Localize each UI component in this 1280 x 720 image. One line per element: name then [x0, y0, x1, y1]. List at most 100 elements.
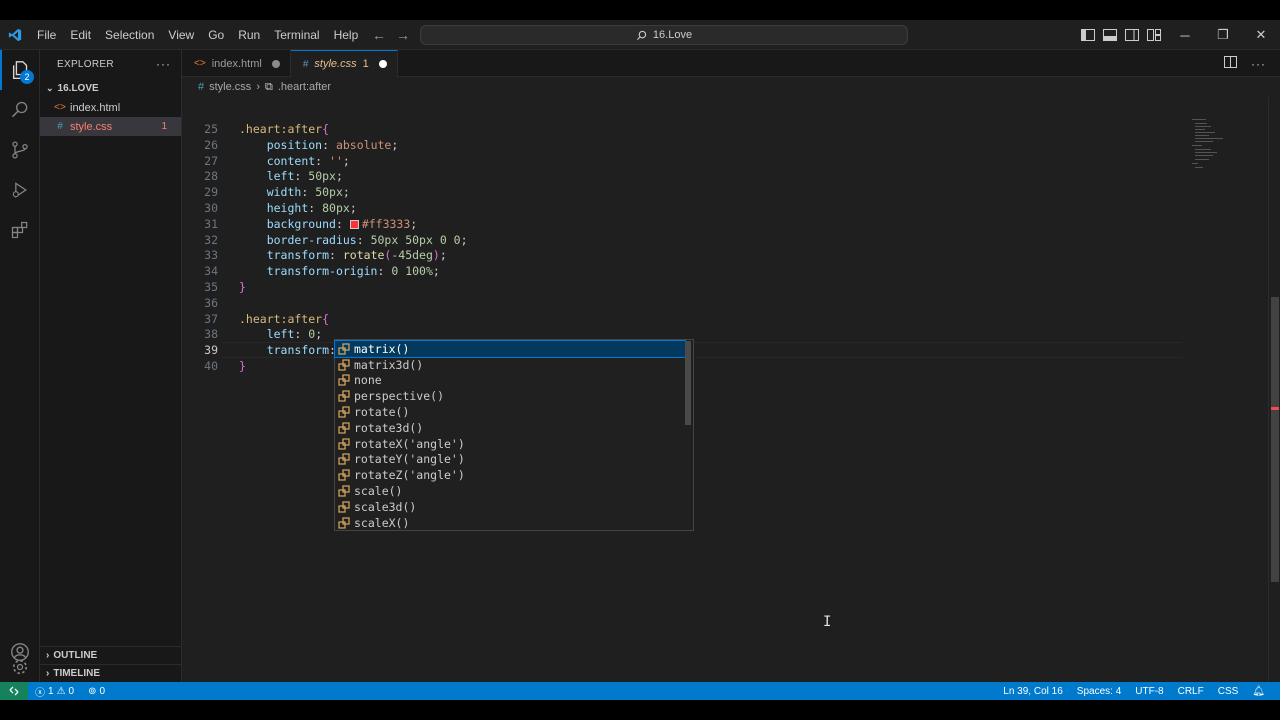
window-controls: ─ ❐ ✕ — [1166, 20, 1280, 50]
toggle-secondary-sidebar-icon[interactable] — [1124, 27, 1140, 43]
property-value-icon — [337, 342, 350, 355]
suggestion-label: perspective() — [354, 389, 445, 404]
unsaved-dot-icon[interactable] — [271, 59, 280, 68]
source-control-icon[interactable] — [0, 130, 40, 170]
line-number: 36 — [204, 295, 218, 310]
suggestion-item[interactable]: rotateY('angle') — [335, 452, 685, 468]
suggestion-item[interactable]: rotate3d() — [335, 420, 685, 436]
timeline-section[interactable]: › TIMELINE — [40, 664, 182, 682]
menu-help[interactable]: Help — [327, 20, 366, 50]
suggestion-item[interactable]: rotate() — [335, 404, 685, 420]
code-token: : — [322, 137, 336, 152]
layout-controls — [1080, 20, 1162, 50]
code-token: 50px — [308, 169, 336, 184]
property-value-icon — [337, 421, 350, 434]
problems-indicator[interactable]: ⓧ 1 ⚠ 0 — [28, 682, 81, 700]
tab-problem-count: 1 — [362, 58, 369, 70]
code-text: width: 50px; — [239, 184, 350, 200]
run-debug-icon[interactable] — [0, 170, 40, 210]
scrollbar-thumb[interactable] — [1271, 297, 1279, 582]
tab-style-css[interactable]: # style.css 1 — [290, 50, 398, 77]
suggestion-item[interactable]: matrix() — [334, 340, 686, 358]
encoding[interactable]: UTF-8 — [1128, 682, 1170, 700]
tab-index-html[interactable]: <> index.html — [182, 50, 291, 77]
suggestion-item[interactable]: scaleX() — [335, 515, 685, 531]
split-editor-icon[interactable] — [1224, 56, 1237, 71]
close-icon[interactable]: ✕ — [1242, 20, 1280, 50]
search-icon — [636, 30, 647, 40]
menu-terminal[interactable]: Terminal — [267, 20, 326, 50]
property-value-icon — [337, 437, 350, 450]
code-text: position: absolute; — [239, 137, 399, 153]
color-swatch[interactable] — [349, 219, 359, 229]
remote-indicator-icon[interactable] — [0, 682, 28, 700]
property-value-icon — [337, 453, 350, 466]
customize-layout-icon[interactable] — [1146, 27, 1162, 43]
code-token: height — [266, 201, 309, 215]
minimap[interactable] — [1192, 117, 1232, 177]
navigation-arrows: ← → — [372, 20, 410, 50]
indentation[interactable]: Spaces: 4 — [1070, 682, 1128, 700]
css-file-icon: # — [198, 81, 205, 93]
more-actions-icon[interactable]: ··· — [156, 57, 171, 71]
more-actions-icon[interactable]: ··· — [1251, 57, 1266, 71]
file-item[interactable]: <> index.html — [40, 98, 181, 117]
code-token: ; — [432, 264, 440, 279]
chevron-right-icon: › — [46, 668, 50, 679]
code-text: transform-origin: 0 100%; — [239, 263, 440, 279]
menu-run[interactable]: Run — [231, 20, 267, 50]
toggle-primary-sidebar-icon[interactable] — [1080, 27, 1096, 43]
breadcrumb-symbol[interactable]: .heart:after — [278, 81, 331, 93]
search-icon[interactable] — [0, 90, 40, 130]
property-value-icon — [337, 390, 350, 403]
toggle-panel-icon[interactable] — [1102, 27, 1118, 43]
menu-selection[interactable]: Selection — [98, 20, 161, 50]
ports-indicator[interactable]: ⊚ 0 — [81, 682, 112, 700]
property-value-icon — [337, 358, 350, 371]
suggestion-item[interactable]: scale3d() — [335, 499, 685, 515]
minimize-icon[interactable]: ─ — [1166, 20, 1204, 50]
property-value-icon — [337, 516, 350, 529]
menu-edit[interactable]: Edit — [63, 20, 98, 50]
suggestion-item[interactable]: none — [335, 373, 685, 389]
suggestion-label: matrix3d() — [354, 357, 424, 372]
code-token: background — [266, 216, 336, 231]
code-line: 34 transform-origin: 0 100%; — [182, 263, 1268, 279]
line-number: 35 — [204, 280, 218, 294]
end-of-line[interactable]: CRLF — [1171, 682, 1211, 700]
notifications-bell-icon[interactable]: 🔔︎ — [1245, 682, 1272, 700]
vertical-scrollbar[interactable] — [1268, 97, 1280, 682]
language-mode[interactable]: CSS — [1211, 682, 1246, 700]
code-line: 30 height: 80px; — [182, 200, 1268, 216]
menu-file[interactable]: File — [30, 20, 63, 50]
suggestion-scrollbar[interactable] — [685, 341, 691, 425]
forward-arrow-icon[interactable]: → — [396, 27, 410, 43]
unsaved-dot-icon[interactable] — [378, 60, 387, 68]
suggestion-item[interactable]: scale() — [335, 483, 685, 499]
explorer-icon[interactable]: 2 — [0, 50, 40, 90]
code-token: transform — [266, 248, 330, 263]
menu-view[interactable]: View — [161, 20, 201, 50]
outline-section[interactable]: › OUTLINE — [40, 646, 182, 664]
suggestion-item[interactable]: perspective() — [335, 388, 685, 404]
file-item[interactable]: # style.css 1 — [40, 117, 181, 136]
restore-icon[interactable]: ❐ — [1204, 20, 1242, 50]
suggestion-item[interactable]: rotateZ('angle') — [335, 467, 685, 483]
menu-go[interactable]: Go — [201, 20, 231, 50]
folder-root[interactable]: ⌄ 16.LOVE — [40, 78, 181, 98]
css-file-icon: # — [302, 58, 309, 70]
command-center-search[interactable]: 16.Love — [420, 25, 908, 45]
code-token: ; — [349, 201, 357, 215]
explorer-title: EXPLORER — [57, 58, 114, 70]
code-text: transform: rotate(-45deg); — [239, 247, 447, 263]
settings-gear-icon[interactable] — [0, 659, 40, 682]
breadcrumb-file[interactable]: style.css — [209, 81, 251, 93]
cursor-position[interactable]: Ln 39, Col 16 — [996, 682, 1070, 700]
suggestion-item[interactable]: rotateX('angle') — [335, 436, 685, 452]
code-text: content: ''; — [239, 153, 350, 169]
extensions-icon[interactable] — [0, 210, 40, 250]
back-arrow-icon[interactable]: ← — [372, 27, 386, 43]
suggestion-item[interactable]: matrix3d() — [335, 357, 685, 373]
